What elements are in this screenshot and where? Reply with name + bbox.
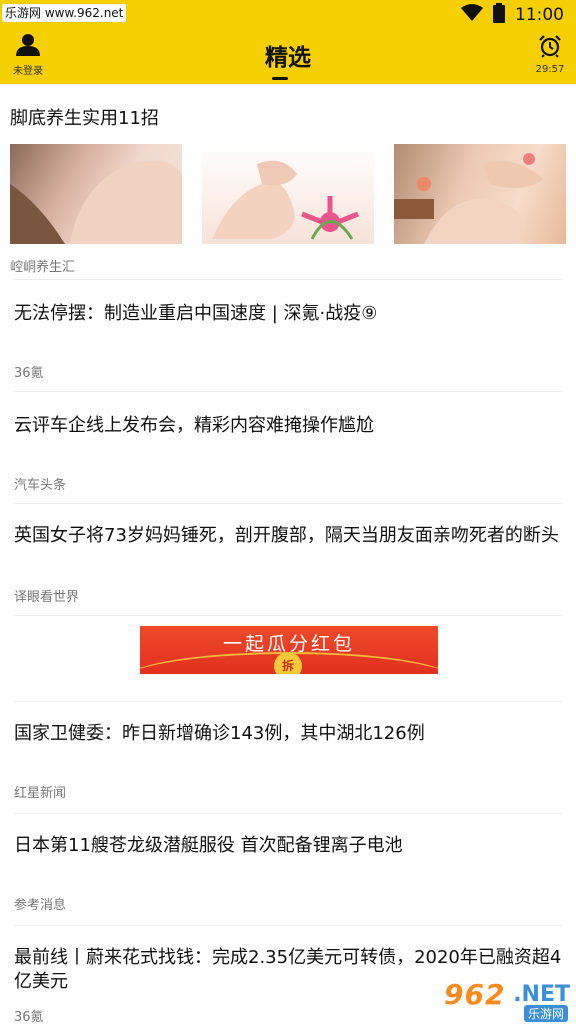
watermark-top: 乐游网 www.962.net [2,4,127,22]
article-source: 36氪 [14,366,44,381]
gallery-article[interactable]: 脚底养生实用11招 崆峒养生汇 [0,84,576,279]
article-source: 红星新闻 [14,786,67,801]
article-source: 36氪 [14,1010,44,1024]
list-item[interactable]: 无法停摆：制造业重启中国速度 | 深氪·战疫⑨ 36氪 [14,279,562,391]
app-header: 未登录 精选 29:57 [0,30,576,84]
foot-spa-image[interactable] [394,144,566,244]
list-item[interactable]: 英国女子将73岁妈妈锤死，剖开腹部，隔天当朋友面亲吻死者的断头 译眼看世界 [14,503,562,615]
article-headline[interactable]: 日本第11艘苍龙级潜艇服役 首次配备锂离子电池 [14,814,562,858]
article-headline[interactable]: 国家卫健委：昨日新增确诊143例，其中湖北126例 [14,702,562,746]
watermark-number: 962 [444,978,506,1011]
status-icons: 11:00 [461,3,564,27]
page-title: 精选 [265,45,311,71]
wifi-icon [461,4,483,26]
tab-indicator [272,77,288,80]
battery-icon [493,3,505,27]
alarm-countdown: 29:57 [535,64,565,75]
thumbnail-row [10,144,566,244]
news-feed: 脚底养生实用11招 崆峒养生汇 无法停摆：制造业重启中国速度 | 深氪·战疫⑨ … [0,84,576,1024]
clock: 11:00 [515,5,564,25]
article-headline[interactable]: 云评车企线上发布会，精彩内容难掩操作尴尬 [14,392,562,438]
watermark-label: 乐游网 [523,1005,568,1022]
list-item[interactable]: 云评车企线上发布会，精彩内容难掩操作尴尬 汽车头条 [14,391,562,503]
list-item[interactable]: 日本第11艘苍龙级潜艇服役 首次配备锂离子电池 参考消息 [14,813,562,925]
article-source: 参考消息 [14,898,67,913]
article-headline[interactable]: 无法停摆：制造业重启中国速度 | 深氪·战疫⑨ [14,280,562,326]
ad-item[interactable]: 一起瓜分红包 拆 [14,615,562,701]
red-packet-ad-banner[interactable]: 一起瓜分红包 拆 [140,626,438,674]
list-item[interactable]: 国家卫健委：昨日新增确诊143例，其中湖北126例 红星新闻 [14,701,562,813]
status-bar: 乐游网 www.962.net 11:00 [0,0,576,30]
article-source: 崆峒养生汇 [10,260,76,275]
article-headline[interactable]: 脚底养生实用11招 [10,84,566,144]
coin-icon: 拆 [274,652,302,674]
alarm-button[interactable]: 29:57 [534,34,566,80]
watermark-suffix: .NET [513,982,570,1007]
alarm-clock-icon [538,34,562,62]
article-headline[interactable]: 英国女子将73岁妈妈锤死，剖开腹部，隔天当朋友面亲吻死者的断头 [14,504,562,548]
foot-massage-image[interactable] [10,144,182,244]
article-source: 译眼看世界 [14,590,80,605]
feet-lily-image[interactable] [202,144,374,244]
article-source: 汽车头条 [14,478,67,493]
watermark-logo: 962 .NET 乐游网 [444,978,570,1022]
